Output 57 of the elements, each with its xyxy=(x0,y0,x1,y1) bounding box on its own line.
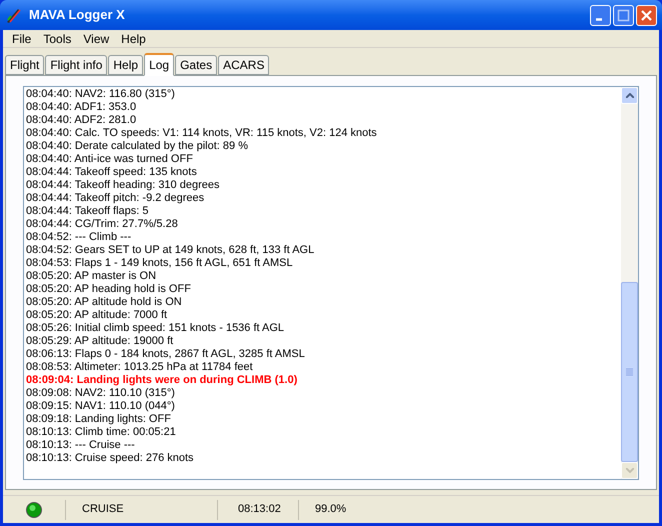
log-line: 08:04:40: NAV2: 116.80 (315°) xyxy=(26,88,176,101)
log-line: 08:04:44: Takeoff pitch: -9.2 degrees xyxy=(26,192,206,205)
log-line: 08:04:52: --- Climb --- xyxy=(26,231,132,244)
minimize-icon xyxy=(596,18,602,21)
log-line: 08:09:08: NAV2: 110.10 (315°) xyxy=(26,387,176,400)
log-line: 08:06:13: Flaps 0 - 184 knots, 2867 ft AGL, 3285 ft AMSL xyxy=(26,348,306,361)
log-line: 08:10:13: Cruise speed: 276 knots xyxy=(26,452,195,465)
menu-item[interactable]: Tools xyxy=(37,30,78,48)
maximize-icon xyxy=(617,8,630,22)
log-line: 08:08:53: Altimeter: 1013.25 hPa at 11784 feet xyxy=(26,361,254,374)
scroll-up-button[interactable] xyxy=(621,87,638,104)
log-line: 08:10:13: Climb time: 00:05:21 xyxy=(26,426,177,439)
tab[interactable]: Help xyxy=(108,55,144,75)
log-line: 08:05:26: Initial climb speed: 151 knots - 1536 ft AGL xyxy=(26,322,286,335)
maximize-button[interactable] xyxy=(613,4,634,26)
close-button[interactable] xyxy=(636,4,657,26)
tab[interactable]: Gates xyxy=(175,55,218,75)
caret-up-icon xyxy=(626,93,634,98)
menu-item[interactable]: File xyxy=(6,30,38,48)
caret-down-icon xyxy=(626,468,634,473)
log-alert-line: 08:09:04: Landing lights were on during CLIMB (1.0) xyxy=(26,374,298,387)
log-line: 08:04:40: Derate calculated by the pilot: 89 % xyxy=(26,140,249,153)
tab[interactable]: Log xyxy=(144,53,174,76)
log-line: 08:04:52: Gears SET to UP at 149 knots, 628 ft, 133 ft AGL xyxy=(26,244,316,257)
grip-icon xyxy=(626,368,633,376)
log-line: 08:10:13: --- Cruise --- xyxy=(26,439,136,452)
log-line: 08:04:44: Takeoff heading: 310 degrees xyxy=(26,179,220,192)
log-line: 08:05:29: AP altitude: 19000 ft xyxy=(26,335,174,348)
tab[interactable]: Flight info xyxy=(45,55,108,75)
log-line: 08:04:44: Takeoff flaps: 5 xyxy=(26,205,150,218)
menu-item[interactable]: Help xyxy=(115,30,152,48)
clock-time: 08:13:02 xyxy=(218,500,299,520)
minimize-button[interactable] xyxy=(590,4,611,26)
log-line: 08:04:44: Takeoff speed: 135 knots xyxy=(26,166,198,179)
log-line: 08:05:20: AP altitude hold is ON xyxy=(26,296,183,309)
log-line: 08:04:40: ADF1: 353.0 xyxy=(26,101,138,114)
log-line: 08:05:20: AP altitude: 7000 ft xyxy=(26,309,168,322)
log-line: 08:04:44: CG/Trim: 27.7%/5.28 xyxy=(26,218,179,231)
log-line: 08:04:40: Calc. TO speeds: V1: 114 knots, VR: 115 knots, V2: 124 knots xyxy=(26,127,378,140)
status-light-icon xyxy=(26,502,42,518)
log-line: 08:04:40: ADF2: 281.0 xyxy=(26,114,138,127)
flight-phase: CRUISE xyxy=(66,500,218,520)
window-title: MAVA Logger X xyxy=(29,6,126,24)
scroll-thumb[interactable] xyxy=(621,282,638,462)
close-icon xyxy=(640,8,653,22)
tab[interactable]: ACARS xyxy=(218,55,270,75)
menu-item[interactable]: View xyxy=(77,30,116,48)
tab[interactable]: Flight xyxy=(5,55,44,75)
app-logo-icon xyxy=(5,6,23,24)
log-line: 08:09:18: Landing lights: OFF xyxy=(26,413,172,426)
log-line: 08:09:15: NAV1: 110.10 (044°) xyxy=(26,400,176,413)
log-line: 08:05:20: AP master is ON xyxy=(26,270,158,283)
log-line: 08:04:40: Anti-ice was turned OFF xyxy=(26,153,194,166)
log-line: 08:05:20: AP heading hold is OFF xyxy=(26,283,192,296)
log-line: 08:04:53: Flaps 1 - 149 knots, 156 ft AGL, 651 ft AMSL xyxy=(26,257,294,270)
scroll-bar[interactable] xyxy=(621,87,638,479)
progress-percent: 99.0% xyxy=(314,502,346,518)
